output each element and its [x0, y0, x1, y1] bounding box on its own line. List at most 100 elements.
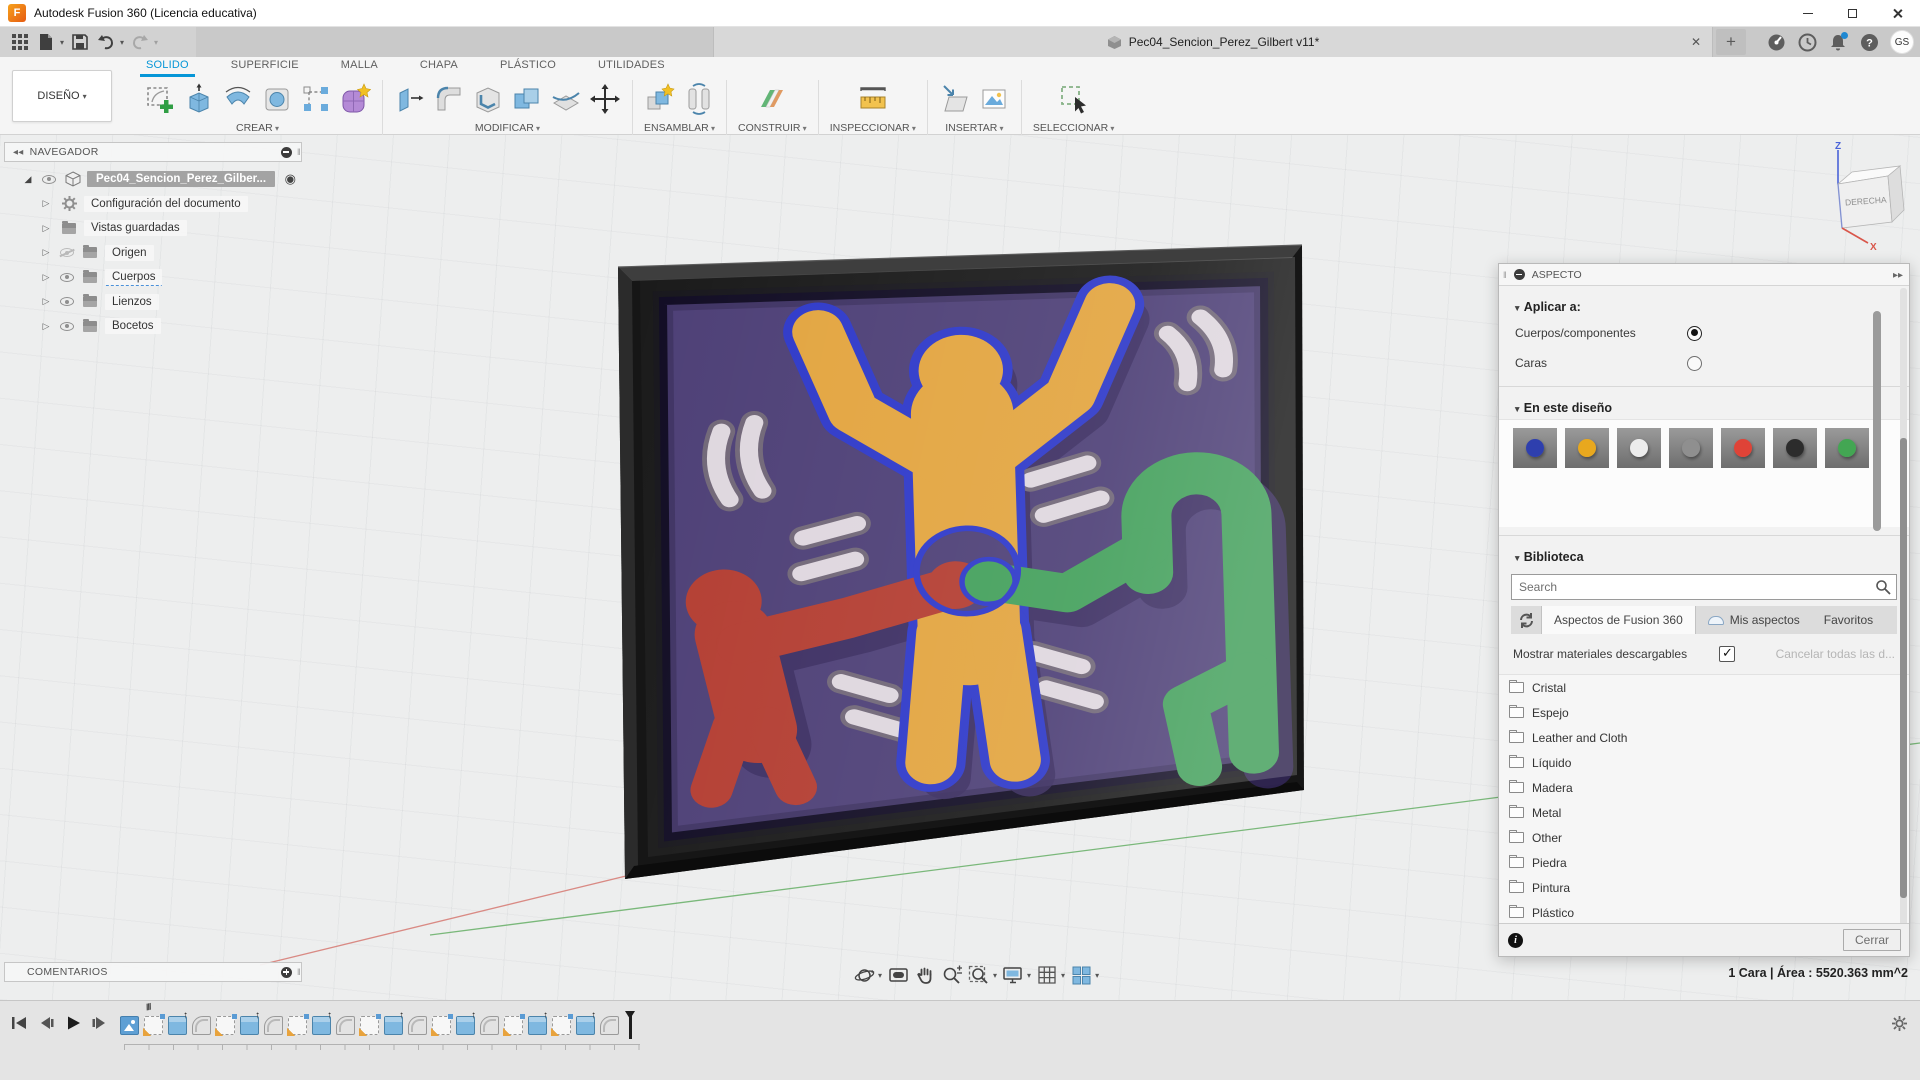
close-tab-icon[interactable] — [1688, 34, 1704, 50]
step-forward-button[interactable] — [91, 1014, 109, 1032]
search-icon[interactable] — [1875, 579, 1891, 595]
panel-grip[interactable] — [1503, 270, 1507, 280]
maximize-button[interactable] — [1830, 0, 1875, 27]
visibility-eye-icon[interactable] — [60, 272, 74, 282]
tree-item-label[interactable]: Lienzos — [105, 293, 159, 310]
tree-row-saved-views[interactable]: Vistas guardadas — [4, 216, 302, 241]
info-icon[interactable] — [1508, 933, 1523, 948]
timeline-feature-extrude[interactable] — [456, 1010, 476, 1035]
insert-icon[interactable] — [939, 83, 971, 115]
aspect-dialog-header[interactable]: ASPECTO — [1499, 264, 1909, 286]
file-caret-icon[interactable] — [60, 38, 64, 47]
option-bodies-components[interactable]: Cuerpos/componentes — [1499, 318, 1909, 348]
timeline-feature-extrude[interactable] — [240, 1010, 260, 1035]
list-scrollbar[interactable] — [1873, 311, 1881, 531]
select-icon[interactable] — [1058, 83, 1090, 115]
cylinder-primitive-icon[interactable] — [261, 83, 293, 115]
library-tab-my-aspects[interactable]: Mis aspectos — [1696, 606, 1812, 634]
timeline-feature-fillet[interactable] — [264, 1016, 283, 1035]
timeline-feature-extrude[interactable] — [576, 1010, 596, 1035]
viewports-caret-icon[interactable] — [1095, 971, 1099, 980]
fit-caret-icon[interactable] — [993, 971, 997, 980]
step-back-button[interactable] — [37, 1014, 55, 1032]
tree-item-label[interactable]: Bocetos — [105, 318, 161, 335]
fit-icon[interactable] — [968, 964, 990, 986]
viewports-icon[interactable] — [1070, 964, 1092, 986]
minimize-button[interactable] — [1785, 0, 1830, 27]
design-mode-dropdown[interactable]: DISEÑO — [12, 70, 112, 122]
material-swatch[interactable] — [1617, 428, 1661, 468]
fillet-icon[interactable] — [433, 83, 465, 115]
library-folder[interactable]: Leather and Cloth — [1499, 725, 1909, 750]
expand-arrow-icon[interactable] — [22, 174, 34, 185]
tree-row-document-settings[interactable]: Configuración del documento — [4, 192, 302, 217]
library-folder[interactable]: Cristal — [1499, 675, 1909, 700]
move-icon[interactable] — [589, 83, 621, 115]
help-icon[interactable]: ? — [1859, 32, 1879, 52]
timeline-feature-sketch[interactable] — [431, 1014, 453, 1036]
library-tab-favorites[interactable]: Favoritos — [1812, 606, 1885, 634]
timeline-position-marker[interactable] — [625, 1011, 635, 1039]
timeline-feature-extrude[interactable] — [384, 1010, 404, 1035]
job-status-icon[interactable] — [1797, 32, 1817, 52]
extensions-icon[interactable] — [1766, 32, 1786, 52]
timeline-feature-canvas[interactable] — [120, 1016, 139, 1035]
grid-settings-icon[interactable] — [1036, 964, 1058, 986]
grid-caret-icon[interactable] — [1061, 971, 1065, 980]
collapse-panel-icon[interactable] — [13, 148, 24, 156]
library-folder[interactable]: Pintura — [1499, 875, 1909, 900]
insert-canvas-icon[interactable] — [978, 83, 1010, 115]
undo-caret-icon[interactable] — [120, 38, 124, 47]
tree-item-label[interactable]: Cuerpos — [105, 268, 163, 286]
orbit-icon[interactable] — [853, 964, 875, 986]
undo-icon[interactable] — [96, 32, 116, 52]
display-settings-icon[interactable] — [1002, 964, 1024, 986]
tree-row-sketches[interactable]: Bocetos — [4, 314, 302, 339]
refresh-icon[interactable] — [1511, 606, 1541, 634]
app-grid-icon[interactable] — [10, 32, 30, 52]
go-to-start-button[interactable] — [10, 1014, 28, 1032]
tab-solido[interactable]: SOLIDO — [140, 57, 195, 77]
timeline-feature-extrude[interactable] — [528, 1010, 548, 1035]
timeline-feature-fillet[interactable] — [192, 1016, 211, 1035]
zoom-icon[interactable] — [941, 964, 963, 986]
minimize-panel-icon[interactable] — [280, 146, 292, 158]
library-folder[interactable]: Piedra — [1499, 850, 1909, 875]
library-folder[interactable]: Metal — [1499, 800, 1909, 825]
library-tab-fusion-aspects[interactable]: Aspectos de Fusion 360 — [1541, 606, 1696, 634]
apply-to-section-title[interactable]: Aplicar a: — [1499, 286, 1909, 318]
radio-bodies-components[interactable] — [1687, 325, 1702, 341]
orbit-caret-icon[interactable] — [878, 971, 882, 980]
file-menu-icon[interactable] — [36, 32, 56, 52]
timeline-feature-sketch[interactable] — [551, 1014, 573, 1036]
comments-header[interactable]: COMENTARIOS — [4, 962, 302, 982]
new-tab-button[interactable] — [1716, 29, 1746, 55]
option-faces[interactable]: Caras — [1499, 348, 1909, 378]
timeline-feature-extrude[interactable] — [168, 1010, 188, 1035]
close-dialog-button[interactable]: Cerrar — [1843, 929, 1901, 951]
material-swatch[interactable] — [1773, 428, 1817, 468]
timeline-settings-gear-icon[interactable] — [1891, 1015, 1908, 1037]
tab-superficie[interactable]: SUPERFICIE — [225, 57, 305, 75]
expand-arrow-icon[interactable] — [40, 198, 52, 209]
visibility-eye-off-icon[interactable] — [60, 248, 74, 258]
expand-arrow-icon[interactable] — [40, 272, 52, 283]
tree-row-canvases[interactable]: Lienzos — [4, 290, 302, 315]
panel-grip[interactable] — [297, 147, 301, 157]
library-folder[interactable]: Other — [1499, 825, 1909, 850]
timeline-feature-fillet[interactable] — [408, 1016, 427, 1035]
document-tab[interactable]: Pec04_Sencion_Perez_Gilbert v11* — [713, 27, 1713, 57]
panel-scrollbar[interactable] — [1900, 288, 1907, 950]
notifications-icon[interactable] — [1828, 32, 1848, 52]
library-folder[interactable]: Líquido — [1499, 750, 1909, 775]
display-caret-icon[interactable] — [1027, 971, 1031, 980]
group-label-modificar[interactable]: MODIFICAR — [475, 122, 540, 134]
play-button[interactable] — [64, 1014, 82, 1032]
material-swatch[interactable] — [1669, 428, 1713, 468]
tab-malla[interactable]: MALLA — [335, 57, 384, 75]
expand-panel-icon[interactable] — [1893, 271, 1903, 279]
measure-icon[interactable] — [857, 83, 889, 115]
timeline-feature-sketch[interactable] — [143, 1014, 165, 1036]
tab-chapa[interactable]: CHAPA — [414, 57, 464, 75]
show-downloadables-checkbox[interactable] — [1719, 645, 1735, 662]
